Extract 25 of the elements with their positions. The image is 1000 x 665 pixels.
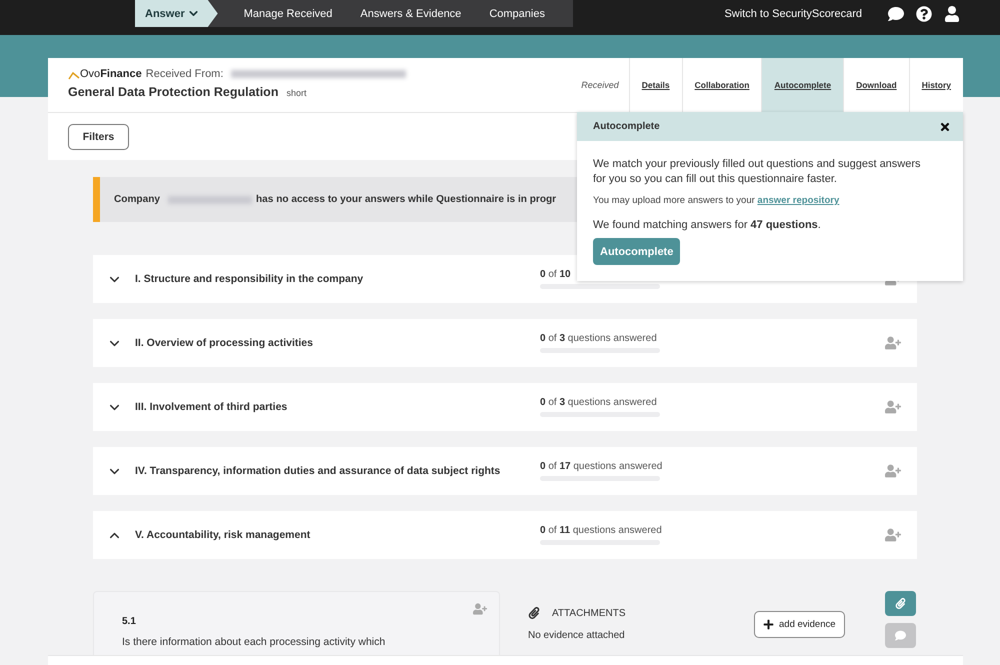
received-from-label: Received From: <box>146 68 224 80</box>
notice-text: has no access to your answers while Questionnaire is in progr <box>256 194 556 205</box>
notice-text: Company <box>114 194 160 205</box>
popover-hint: You may upload more answers to your answer repository <box>593 195 840 206</box>
progress-text: 0 of 17 questions answered <box>540 461 664 472</box>
progress-text: 0 of 3 questions answered <box>540 333 658 344</box>
popover-title: Autocomplete <box>593 121 660 132</box>
matching-answers-text: We found matching answers for 47 questions. <box>593 219 822 231</box>
popover-description: We match your previously filled out questions and suggest answers for you so you can fill out this questionnaire faster. <box>593 157 922 187</box>
section-title: II. Overview of processing activities <box>135 337 314 349</box>
question-number: 5.1 <box>122 616 137 627</box>
section-title: V. Accountability, risk management <box>135 529 312 541</box>
question-text: Is there information about each processing activity which <box>122 636 386 648</box>
company-logo: OvoFinance <box>68 68 142 80</box>
section-title: III. Involvement of third parties <box>135 401 288 413</box>
progress-text: 0 of 3 questions answered <box>540 397 658 408</box>
section-title: IV. Transparency, information duties and assurance of data subject rights <box>135 465 502 477</box>
status-label: Received <box>581 80 619 90</box>
progress-text: 0 of 10 <box>540 269 572 280</box>
questionnaire-title: General Data Protection Regulation <box>68 85 278 99</box>
progress-text: 0 of 11 questions answered <box>540 525 663 536</box>
empty-evidence-text: No evidence attached <box>528 630 626 641</box>
attachments-title: ATTACHMENTS <box>552 608 626 618</box>
section-title: I. Structure and responsibility in the company <box>135 273 364 285</box>
questionnaire-tag: short <box>286 88 306 98</box>
